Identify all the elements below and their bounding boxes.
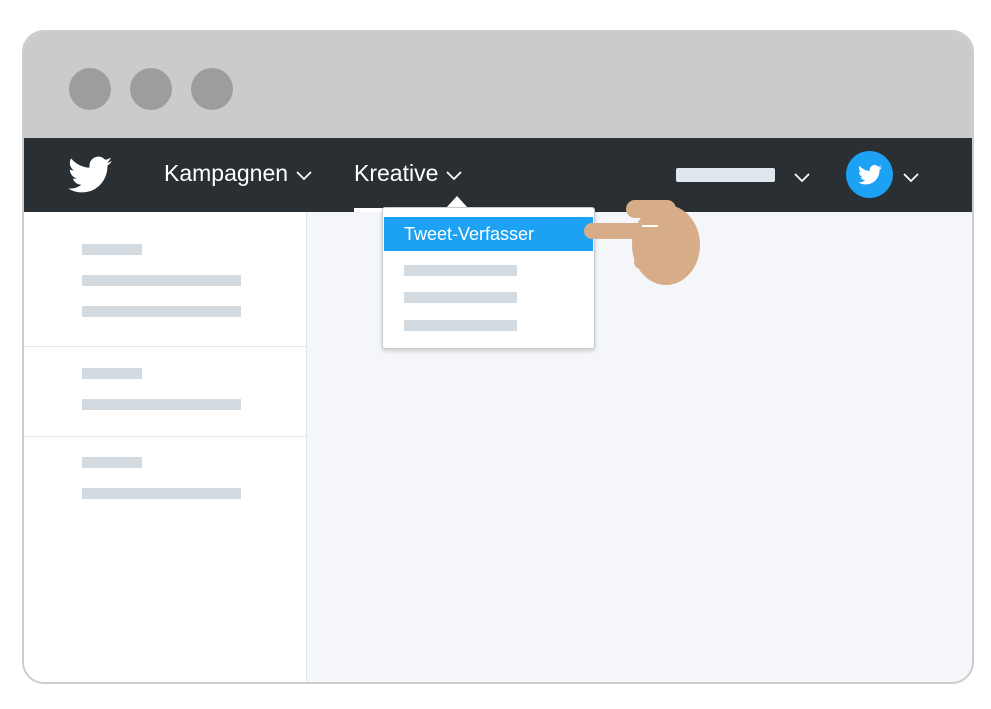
browser-window: Kampagnen Kreative Tweet-Verfasser: [22, 30, 974, 684]
top-navbar: Kampagnen Kreative: [24, 138, 972, 212]
sidebar-heading-placeholder: [82, 244, 142, 255]
window-close-dot[interactable]: [69, 68, 111, 110]
menu-item-placeholder[interactable]: [404, 292, 517, 303]
window-maximize-dot[interactable]: [191, 68, 233, 110]
window-minimize-dot[interactable]: [130, 68, 172, 110]
menu-item-tweet-composer[interactable]: Tweet-Verfasser: [384, 217, 593, 251]
window-titlebar: [24, 32, 972, 138]
sidebar-heading-placeholder: [82, 368, 142, 379]
chevron-down-icon: [446, 170, 463, 180]
sidebar-item-placeholder[interactable]: [82, 399, 241, 410]
nav-campaigns-label: Kampagnen: [164, 160, 289, 186]
nav-creatives[interactable]: Kreative: [354, 160, 463, 187]
sidebar-section: [24, 212, 306, 347]
creatives-dropdown-menu: Tweet-Verfasser: [382, 207, 595, 349]
sidebar: [24, 212, 307, 682]
sidebar-item-placeholder[interactable]: [82, 488, 241, 499]
chevron-down-icon[interactable]: [794, 173, 810, 183]
chevron-down-icon: [296, 170, 312, 180]
chevron-down-icon[interactable]: [903, 173, 919, 183]
sidebar-heading-placeholder: [82, 457, 142, 468]
nav-creatives-label: Kreative: [354, 160, 439, 186]
account-avatar[interactable]: [846, 151, 893, 198]
twitter-bird-icon: [857, 164, 882, 184]
menu-item-placeholder[interactable]: [404, 265, 517, 276]
sidebar-section: [24, 347, 306, 437]
pointing-hand-icon: [584, 200, 700, 285]
menu-item-placeholder[interactable]: [404, 320, 517, 331]
sidebar-item-placeholder[interactable]: [82, 275, 241, 286]
twitter-bird-icon[interactable]: [68, 156, 112, 194]
sidebar-item-placeholder[interactable]: [82, 306, 241, 317]
account-name-placeholder[interactable]: [676, 168, 775, 182]
nav-campaigns[interactable]: Kampagnen: [164, 160, 312, 187]
